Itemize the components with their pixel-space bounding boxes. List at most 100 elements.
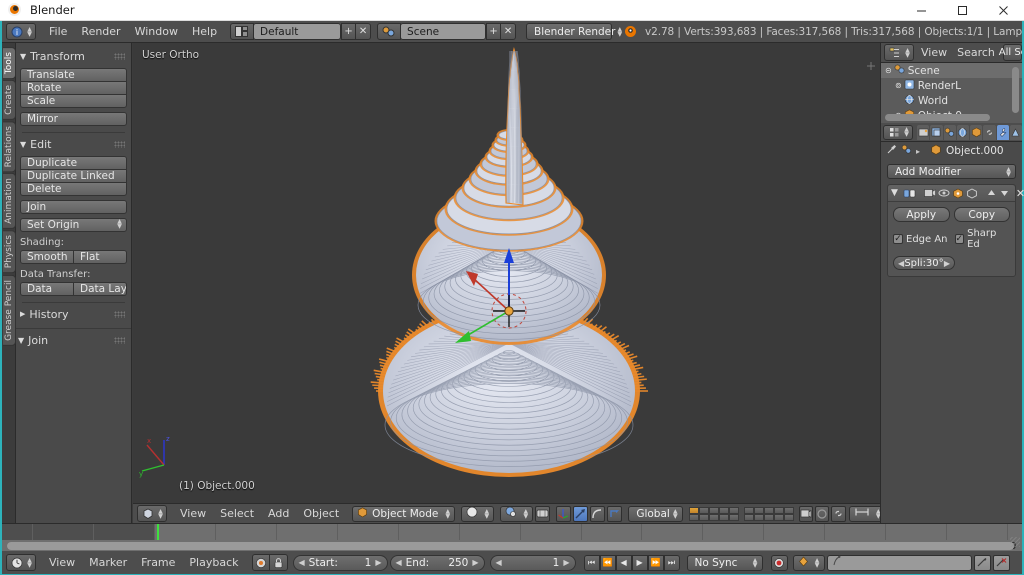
properties-tab-world[interactable] — [957, 125, 969, 140]
set-origin-dropdown[interactable]: Set Origin ▲▼ — [20, 218, 127, 232]
data-transfer-button[interactable]: Data — [20, 282, 74, 296]
panel-header-transform[interactable]: ▼ Transform — [20, 48, 127, 64]
timeline-scrollbar[interactable] — [7, 542, 1014, 550]
outliner-vertical-scrollbar[interactable] — [1012, 67, 1019, 113]
edge-angle-checkbox[interactable]: ✓ Edge An — [893, 234, 949, 245]
layer-cell[interactable] — [784, 514, 794, 521]
tab-create[interactable]: Create — [3, 80, 16, 120]
increment-arrow-icon[interactable]: ▶ — [472, 558, 478, 567]
layer-group-second[interactable] — [744, 507, 794, 521]
proportional-edit-icon[interactable] — [815, 506, 829, 522]
properties-tab-scene[interactable] — [944, 125, 956, 140]
layer-cell[interactable] — [764, 514, 774, 521]
decrement-arrow-icon[interactable]: ◀ — [396, 558, 402, 567]
tab-grease-pencil[interactable]: Grease Pencil — [3, 275, 16, 346]
menu-render[interactable]: Render — [74, 21, 127, 43]
timeline-menu-frame[interactable]: Frame — [134, 552, 182, 574]
timeline-playhead[interactable] — [157, 524, 159, 540]
jump-start-icon[interactable]: ⏮ — [584, 555, 600, 571]
keying-set-type-selector[interactable]: ▲▼ — [793, 555, 825, 571]
sharp-edges-checkbox[interactable]: ✓ Sharp Ed — [955, 228, 1011, 250]
layer-cell[interactable] — [689, 514, 699, 521]
expander-icon[interactable]: ⊚ — [895, 81, 902, 90]
outliner-display-mode-filter[interactable]: All Sc — [1003, 44, 1022, 61]
layer-cell[interactable] — [719, 514, 729, 521]
duplicate-button[interactable]: Duplicate — [20, 156, 127, 170]
mirror-button[interactable]: Mirror — [20, 112, 127, 126]
scale-manipulator-icon[interactable] — [590, 506, 605, 522]
panel-header-join[interactable]: ▼ Join — [18, 332, 127, 348]
end-frame-field[interactable]: ◀ End: 250 ▶ — [390, 555, 485, 571]
object-icon[interactable] — [901, 144, 912, 158]
checkbox-mark-icon[interactable]: ✓ — [893, 234, 903, 244]
outliner-menu-view[interactable]: View — [916, 43, 952, 63]
layer-cell[interactable] — [784, 507, 794, 514]
pivot-point-selector[interactable]: ▲▼ — [500, 506, 533, 522]
editor-resize-grip[interactable] — [1010, 537, 1020, 547]
expander-icon[interactable]: ⊝ — [885, 66, 892, 75]
layer-cell[interactable] — [774, 514, 784, 521]
timeline-menu-view[interactable]: View — [42, 552, 82, 574]
scale-button[interactable]: Scale — [20, 94, 127, 108]
viewport-shading-selector[interactable]: ▲▼ — [461, 506, 494, 522]
screen-layout-remove-button[interactable]: ✕ — [356, 23, 371, 40]
outliner-row-world[interactable]: World — [881, 93, 1022, 108]
properties-tab-render-layers[interactable] — [930, 125, 942, 140]
timeline-menu-marker[interactable]: Marker — [82, 552, 134, 574]
shade-smooth-button[interactable]: Smooth — [20, 250, 74, 264]
maximize-icon[interactable] — [942, 0, 983, 21]
properties-tab-render[interactable] — [917, 125, 929, 140]
realtime-toggle-icon[interactable] — [938, 187, 950, 200]
decrement-arrow-icon[interactable]: ◀ — [299, 558, 305, 567]
increment-arrow-icon[interactable]: ▶ — [944, 259, 950, 268]
mesh-analysis-selector[interactable]: ▲▼ — [849, 506, 880, 522]
panel-header-edit[interactable]: ▼ Edit — [20, 136, 127, 152]
viewport-menu-view[interactable]: View — [173, 503, 213, 523]
increment-arrow-icon[interactable]: ▶ — [375, 558, 381, 567]
viewport-3d-model-object[interactable] — [133, 43, 880, 523]
add-keyframe-icon[interactable] — [974, 555, 991, 571]
timeline-scroll-thumb[interactable] — [7, 542, 1014, 550]
properties-tab-data[interactable] — [1010, 125, 1022, 140]
menu-window[interactable]: Window — [128, 21, 185, 43]
decrement-arrow-icon[interactable]: ◀ — [496, 558, 502, 567]
layer-cell[interactable] — [774, 507, 784, 514]
move-down-icon[interactable] — [999, 187, 1010, 200]
properties-editor-type-selector[interactable]: ▲▼ — [883, 125, 913, 140]
prev-keyframe-icon[interactable]: ⏪ — [600, 555, 616, 571]
layer-cell[interactable] — [729, 507, 739, 514]
snap-icon[interactable] — [535, 506, 550, 522]
pin-icon[interactable] — [886, 144, 897, 158]
scene-icon[interactable] — [377, 23, 401, 40]
record-icon[interactable] — [771, 555, 788, 571]
next-keyframe-icon[interactable]: ⏩ — [648, 555, 664, 571]
layer-cell[interactable] — [709, 507, 719, 514]
viewport-editor-type-selector[interactable]: ▲▼ — [137, 505, 167, 522]
play-icon[interactable]: ▶ — [632, 555, 648, 571]
timeline-editor-type-selector[interactable]: ▲▼ — [6, 554, 36, 571]
layer-cell[interactable] — [744, 507, 754, 514]
tab-physics[interactable]: Physics — [3, 230, 16, 273]
scene-remove-button[interactable]: ✕ — [501, 23, 516, 40]
layer-cell[interactable] — [744, 514, 754, 521]
layer-cell[interactable] — [699, 514, 709, 521]
play-reverse-icon[interactable]: ◀ — [616, 555, 632, 571]
properties-tab-modifiers[interactable] — [997, 125, 1009, 140]
scene-name[interactable]: Scene — [400, 23, 486, 40]
screen-layout-name[interactable]: Default — [253, 23, 341, 40]
jump-end-icon[interactable]: ⏭ — [664, 555, 680, 571]
increment-arrow-icon[interactable]: ▶ — [563, 558, 569, 567]
collapse-triangle-icon[interactable]: ▼ — [891, 187, 898, 200]
outliner-editor-type-selector[interactable]: ▲▼ — [884, 44, 914, 61]
keying-set-field[interactable] — [827, 555, 972, 571]
close-icon[interactable] — [983, 0, 1024, 21]
layer-cell[interactable] — [754, 514, 764, 521]
add-modifier-dropdown[interactable]: Add Modifier ▲▼ — [887, 164, 1016, 179]
minimize-icon[interactable] — [901, 0, 942, 21]
link-icon[interactable] — [831, 506, 846, 522]
layer-cell[interactable] — [699, 507, 709, 514]
layer-cell[interactable] — [729, 514, 739, 521]
layer-cell[interactable] — [719, 507, 729, 514]
info-editor-type-selector[interactable]: i ▲▼ — [6, 23, 36, 40]
render-engine-selector[interactable]: Blender Render ▲▼ — [526, 23, 612, 40]
